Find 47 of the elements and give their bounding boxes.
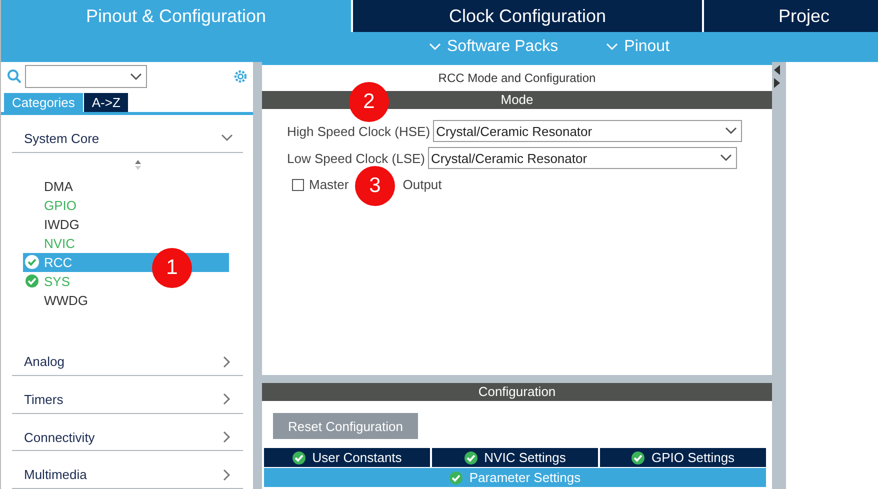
- chevron-icon: [720, 154, 732, 162]
- checkbox[interactable]: [292, 178, 304, 190]
- chevron-icon: [223, 393, 231, 406]
- peripheral-item[interactable]: DMA: [23, 176, 75, 196]
- sort-icon[interactable]: [134, 158, 142, 171]
- check-icon: [25, 274, 39, 288]
- annotation-badge: 1: [152, 248, 192, 288]
- chevron-icon: [606, 43, 618, 51]
- field-label: High Speed Clock (HSE): [287, 124, 430, 138]
- category-header[interactable]: Multimedia: [12, 451, 243, 489]
- panel-title: RCC Mode and Configuration: [437, 70, 597, 87]
- chevron-icon: [725, 127, 738, 135]
- chevron-icon: [130, 72, 142, 80]
- annotation-badge: 2: [349, 82, 389, 122]
- annotation-badge: 3: [355, 166, 395, 206]
- settings-icon[interactable]: [232, 68, 249, 85]
- chevron-icon: [223, 468, 231, 481]
- peripheral-item[interactable]: IWDG: [23, 214, 82, 234]
- category-header[interactable]: Timers: [12, 376, 243, 414]
- check-icon: [464, 450, 478, 464]
- chevron-icon: [223, 356, 231, 368]
- category-header[interactable]: Analog: [12, 338, 243, 376]
- chevron-icon: [223, 431, 231, 444]
- section-header: Configuration: [262, 383, 772, 401]
- config-tab[interactable]: User Constants: [264, 448, 430, 467]
- chevron-icon: [429, 43, 441, 51]
- check-icon: [292, 450, 306, 464]
- category-header[interactable]: System Core: [12, 115, 243, 153]
- field-label: Low Speed Clock (LSE): [287, 150, 426, 166]
- dropdown-field[interactable]: Crystal/Ceramic Resonator: [433, 120, 742, 142]
- checkbox-label: Master: [309, 177, 349, 192]
- view-tab[interactable]: A->Z: [84, 93, 128, 112]
- main-tab[interactable]: Clock Configuration: [353, 0, 702, 32]
- check-icon: [631, 450, 646, 464]
- config-tab[interactable]: GPIO Settings: [600, 448, 766, 467]
- config-tab[interactable]: NVIC Settings: [432, 448, 598, 467]
- search-icon[interactable]: [7, 69, 22, 84]
- checkbox-label: Output: [402, 177, 442, 192]
- main-tab[interactable]: Projec: [704, 0, 878, 32]
- chevron-icon: [221, 134, 233, 142]
- category-header[interactable]: Connectivity: [12, 414, 243, 452]
- search-field[interactable]: [25, 65, 147, 88]
- collapse-icon[interactable]: [773, 64, 781, 90]
- check-icon: [25, 255, 39, 270]
- peripheral-item[interactable]: WWDG: [23, 290, 90, 310]
- dropdown-field[interactable]: Crystal/Ceramic Resonator: [428, 147, 738, 169]
- check-icon: [449, 470, 464, 484]
